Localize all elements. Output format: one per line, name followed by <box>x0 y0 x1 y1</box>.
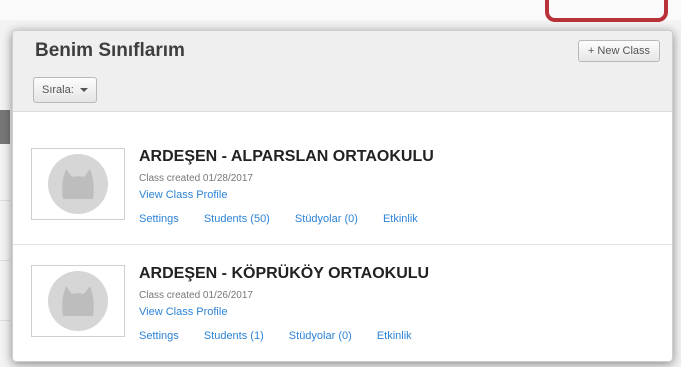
view-class-profile-link[interactable]: View Class Profile <box>139 306 227 318</box>
activity-link[interactable]: Etkinlik <box>377 330 412 342</box>
studios-link[interactable]: Stüdyolar (0) <box>295 213 358 225</box>
background-divider <box>0 260 10 261</box>
highlight-annotation <box>545 0 668 22</box>
class-card: ARDEŞEN - KÖPRÜKÖY ORTAOKULU Class creat… <box>13 245 672 361</box>
view-class-profile-link[interactable]: View Class Profile <box>139 189 227 201</box>
class-actions: Settings Students (1) Stüdyolar (0) Etki… <box>139 330 434 342</box>
background-divider <box>0 200 10 201</box>
sort-dropdown[interactable]: Sırala: <box>33 77 97 103</box>
class-created-date: Class created 01/26/2017 <box>139 290 253 301</box>
students-link[interactable]: Students (50) <box>204 213 270 225</box>
cat-avatar-icon <box>48 271 108 331</box>
background-divider <box>0 320 10 321</box>
sort-label: Sırala: <box>42 84 74 96</box>
class-name: ARDEŞEN - KÖPRÜKÖY ORTAOKULU <box>139 265 430 282</box>
background-page-strip <box>0 110 10 144</box>
my-classes-modal: Benim Sınıflarım + New Class Sırala: ARD… <box>12 30 673 362</box>
class-actions: Settings Students (50) Stüdyolar (0) Etk… <box>139 213 440 225</box>
class-created-date: Class created 01/28/2017 <box>139 173 253 184</box>
class-name: ARDEŞEN - ALPARSLAN ORTAOKULU <box>139 148 434 165</box>
class-list: ARDEŞEN - ALPARSLAN ORTAOKULU Class crea… <box>13 112 672 361</box>
studios-link[interactable]: Stüdyolar (0) <box>289 330 352 342</box>
new-class-button[interactable]: + New Class <box>577 40 660 62</box>
settings-link[interactable]: Settings <box>139 330 179 342</box>
class-card: ARDEŞEN - ALPARSLAN ORTAOKULU Class crea… <box>13 128 672 245</box>
settings-link[interactable]: Settings <box>139 213 179 225</box>
caret-down-icon <box>79 88 88 92</box>
class-avatar <box>31 265 125 337</box>
modal-title: Benim Sınıflarım <box>35 40 185 61</box>
modal-header: Benim Sınıflarım + New Class Sırala: <box>13 31 672 112</box>
class-avatar <box>31 148 125 220</box>
students-link[interactable]: Students (1) <box>204 330 264 342</box>
activity-link[interactable]: Etkinlik <box>383 213 418 225</box>
cat-avatar-icon <box>48 154 108 214</box>
